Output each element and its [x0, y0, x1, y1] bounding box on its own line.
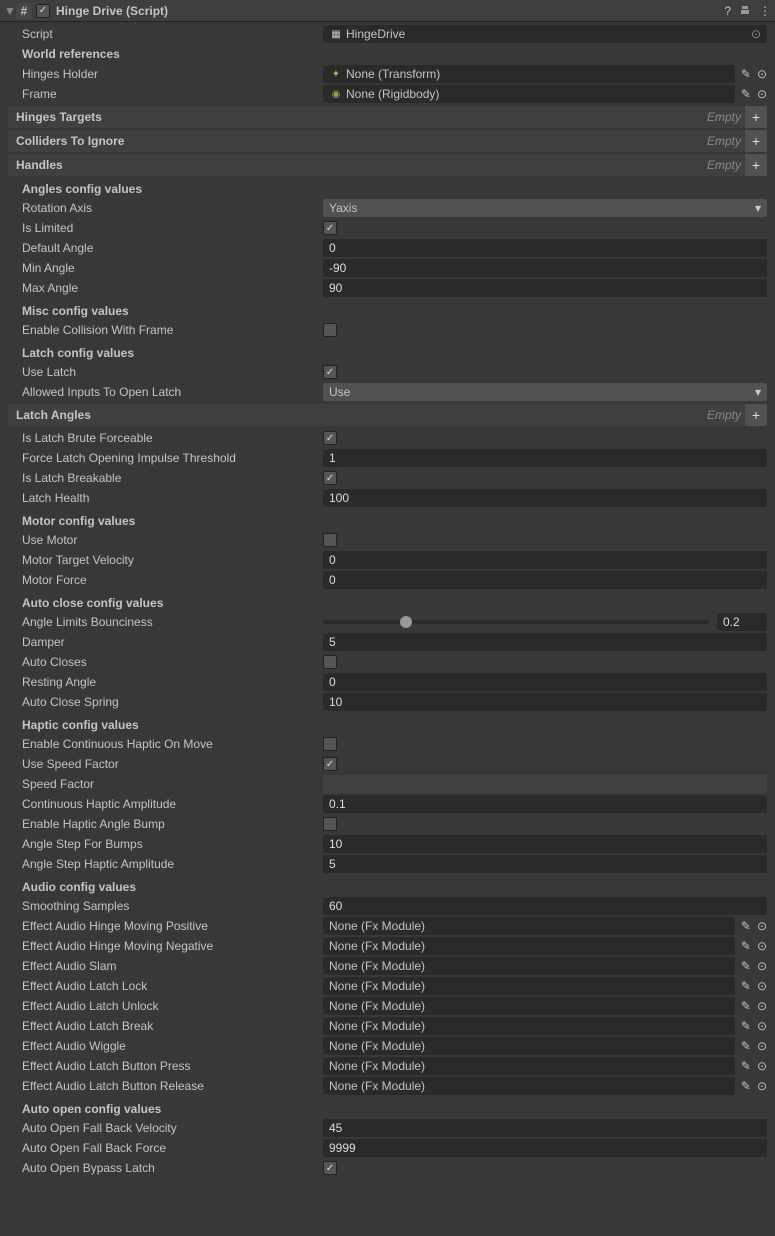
section-angles: Angles config values	[22, 182, 767, 196]
menu-icon[interactable]: ⋮	[759, 4, 771, 18]
frame-field[interactable]: ◉None (Rigidbody)	[323, 85, 735, 103]
edit-icon[interactable]: ✎	[741, 67, 751, 81]
section-world: World references	[8, 47, 323, 61]
picker-icon[interactable]: ⊙	[757, 919, 767, 933]
step-bumps-input[interactable]	[323, 835, 767, 853]
hinges-targets-list[interactable]: Hinges TargetsEmpty+	[8, 106, 767, 128]
edit-icon[interactable]: ✎	[741, 979, 751, 993]
picker-icon[interactable]: ⊙	[757, 67, 767, 81]
fx-field[interactable]: None (Fx Module)	[323, 997, 735, 1015]
picker-icon[interactable]: ⊙	[757, 959, 767, 973]
fallback-force-input[interactable]	[323, 1139, 767, 1157]
auto-closes-checkbox[interactable]	[323, 655, 337, 669]
hinges-holder-label: Hinges Holder	[8, 67, 323, 81]
add-icon[interactable]: +	[745, 106, 767, 128]
rotation-axis-dropdown[interactable]: Yaxis	[323, 199, 767, 217]
is-limited-checkbox[interactable]: ✓	[323, 221, 337, 235]
add-icon[interactable]: +	[745, 154, 767, 176]
latch-angles-list[interactable]: Latch AnglesEmpty+	[8, 404, 767, 426]
script-field: ▦HingeDrive⊙	[323, 25, 767, 43]
picker-icon[interactable]: ⊙	[757, 1039, 767, 1053]
section-audio: Audio config values	[22, 880, 767, 894]
section-misc: Misc config values	[22, 304, 767, 318]
edit-icon[interactable]: ✎	[741, 1019, 751, 1033]
bounciness-slider[interactable]	[323, 620, 709, 624]
fx-field[interactable]: None (Fx Module)	[323, 937, 735, 955]
bypass-latch-checkbox[interactable]: ✓	[323, 1161, 337, 1175]
fx-field[interactable]: None (Fx Module)	[323, 1037, 735, 1055]
fx-field[interactable]: None (Fx Module)	[323, 1017, 735, 1035]
colliders-ignore-list[interactable]: Colliders To IgnoreEmpty+	[8, 130, 767, 152]
fx-field[interactable]: None (Fx Module)	[323, 917, 735, 935]
picker-icon[interactable]: ⊙	[757, 979, 767, 993]
fallback-velocity-input[interactable]	[323, 1119, 767, 1137]
edit-icon[interactable]: ✎	[741, 1079, 751, 1093]
fx-field[interactable]: None (Fx Module)	[323, 1077, 735, 1095]
speed-factor-input[interactable]	[323, 775, 767, 793]
motor-velocity-input[interactable]	[323, 551, 767, 569]
edit-icon[interactable]: ✎	[741, 87, 751, 101]
max-angle-input[interactable]	[323, 279, 767, 297]
continuous-haptic-checkbox[interactable]	[323, 737, 337, 751]
picker-icon[interactable]: ⊙	[757, 999, 767, 1013]
angle-bump-checkbox[interactable]	[323, 817, 337, 831]
picker-icon[interactable]: ⊙	[757, 939, 767, 953]
resting-angle-input[interactable]	[323, 673, 767, 691]
step-amplitude-input[interactable]	[323, 855, 767, 873]
samples-input[interactable]	[323, 897, 767, 915]
enabled-checkbox[interactable]: ✓	[36, 4, 50, 18]
component-title: Hinge Drive (Script)	[56, 4, 724, 18]
add-icon[interactable]: +	[745, 130, 767, 152]
picker-icon[interactable]: ⊙	[757, 1079, 767, 1093]
picker-icon[interactable]: ⊙	[757, 1019, 767, 1033]
add-icon[interactable]: +	[745, 404, 767, 426]
section-motor: Motor config values	[22, 514, 767, 528]
spring-input[interactable]	[323, 693, 767, 711]
default-angle-input[interactable]	[323, 239, 767, 257]
breakable-checkbox[interactable]: ✓	[323, 471, 337, 485]
impulse-input[interactable]	[323, 449, 767, 467]
hinges-holder-field[interactable]: ✦None (Transform)	[323, 65, 735, 83]
brute-force-checkbox[interactable]: ✓	[323, 431, 337, 445]
picker-icon[interactable]: ⊙	[757, 87, 767, 101]
motor-force-input[interactable]	[323, 571, 767, 589]
allowed-inputs-dropdown[interactable]: Use	[323, 383, 767, 401]
fx-field[interactable]: None (Fx Module)	[323, 1057, 735, 1075]
edit-icon[interactable]: ✎	[741, 919, 751, 933]
enable-collision-checkbox[interactable]	[323, 323, 337, 337]
latch-health-input[interactable]	[323, 489, 767, 507]
foldout-icon[interactable]: ▼	[4, 4, 16, 18]
bounciness-value[interactable]	[717, 613, 767, 631]
use-latch-checkbox[interactable]: ✓	[323, 365, 337, 379]
presets-icon[interactable]	[739, 4, 751, 18]
amplitude-input[interactable]	[323, 795, 767, 813]
fx-field[interactable]: None (Fx Module)	[323, 977, 735, 995]
damper-input[interactable]	[323, 633, 767, 651]
component-header[interactable]: ▼ # ✓ Hinge Drive (Script) ? ⋮	[0, 0, 775, 22]
section-haptic: Haptic config values	[22, 718, 767, 732]
min-angle-input[interactable]	[323, 259, 767, 277]
edit-icon[interactable]: ✎	[741, 1059, 751, 1073]
section-autoopen: Auto open config values	[22, 1102, 767, 1116]
section-latch: Latch config values	[22, 346, 767, 360]
handles-list[interactable]: HandlesEmpty+	[8, 154, 767, 176]
edit-icon[interactable]: ✎	[741, 939, 751, 953]
edit-icon[interactable]: ✎	[741, 999, 751, 1013]
edit-icon[interactable]: ✎	[741, 1039, 751, 1053]
picker-icon[interactable]: ⊙	[757, 1059, 767, 1073]
script-icon: #	[16, 3, 32, 19]
fx-field[interactable]: None (Fx Module)	[323, 957, 735, 975]
frame-label: Frame	[8, 87, 323, 101]
help-icon[interactable]: ?	[724, 4, 731, 18]
section-autoclose: Auto close config values	[22, 596, 767, 610]
script-label: Script	[8, 27, 323, 41]
edit-icon[interactable]: ✎	[741, 959, 751, 973]
use-speed-checkbox[interactable]: ✓	[323, 757, 337, 771]
use-motor-checkbox[interactable]	[323, 533, 337, 547]
object-picker-icon[interactable]: ⊙	[751, 27, 761, 41]
